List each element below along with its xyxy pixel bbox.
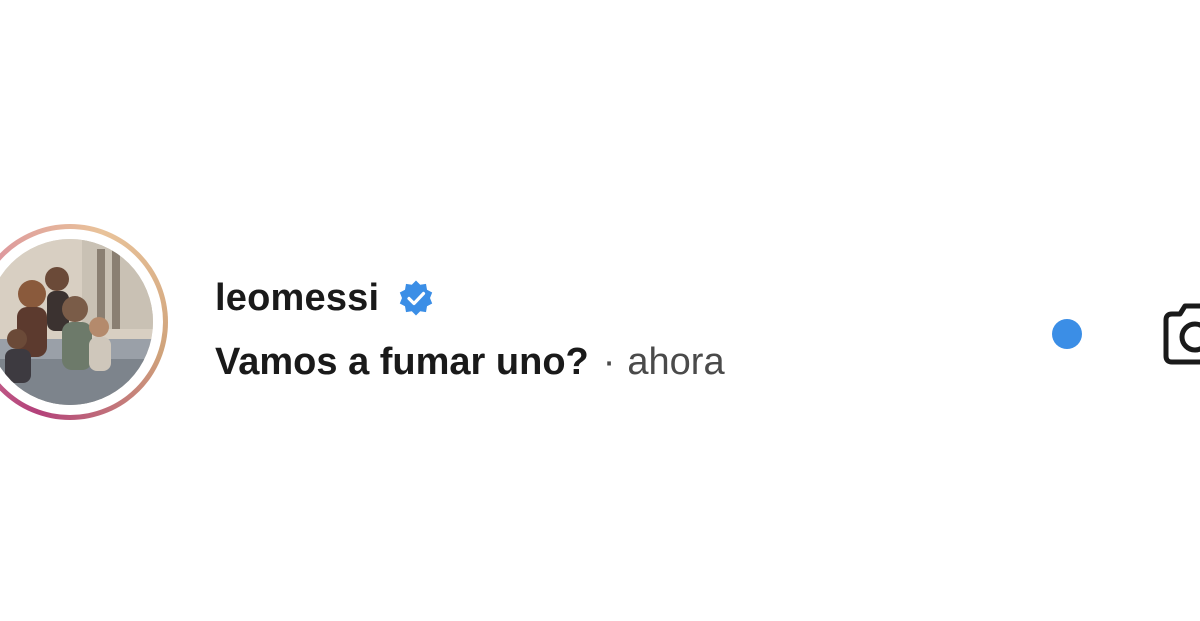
separator: · <box>602 340 616 383</box>
avatar-photo <box>0 239 153 405</box>
username-line: leomessi <box>215 272 725 324</box>
unread-indicator <box>1052 319 1082 349</box>
avatar[interactable] <box>0 239 153 405</box>
timestamp: ahora <box>627 340 725 383</box>
camera-icon[interactable] <box>1160 298 1200 370</box>
message-line: Vamos a fumar uno? · ahora <box>215 332 725 392</box>
username: leomessi <box>215 276 380 319</box>
conversation-row[interactable]: leomessi Vamos a fumar uno? · ahora <box>0 210 1200 460</box>
conversation-text: leomessi Vamos a fumar uno? · ahora <box>215 272 725 392</box>
dm-inbox-screen: leomessi Vamos a fumar uno? · ahora <box>0 0 1200 621</box>
avatar-gap <box>0 229 163 415</box>
last-message: Vamos a fumar uno? <box>215 340 589 383</box>
verified-badge-icon <box>395 277 437 319</box>
story-ring[interactable] <box>0 224 168 420</box>
